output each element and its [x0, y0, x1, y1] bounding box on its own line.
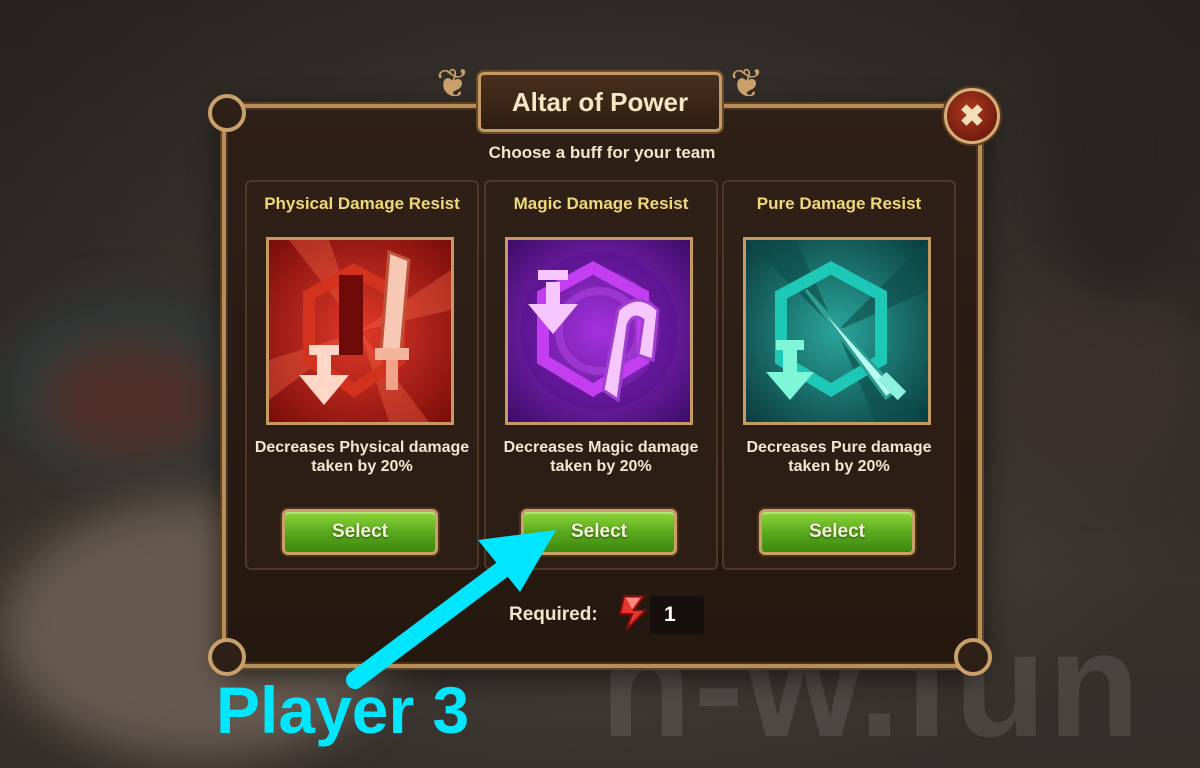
- card-description: Decreases Pure damage taken by 20%: [730, 438, 948, 476]
- select-button-magic[interactable]: Select: [521, 509, 677, 555]
- background-blur: [1040, 0, 1200, 300]
- physical-resist-sword-icon: [266, 237, 454, 425]
- dialog-subtitle: Choose a buff for your team: [488, 143, 716, 162]
- required-amount: 1: [650, 596, 704, 634]
- select-button-physical[interactable]: Select: [282, 509, 438, 555]
- red-lightning-token-icon: [618, 595, 649, 631]
- card-description: Decreases Physical damage taken by 20%: [253, 438, 471, 476]
- card-description-line: Decreases Magic damage: [503, 439, 699, 456]
- panel-corner-ornament: [208, 638, 246, 676]
- wing-ornament-right: ❦: [730, 62, 764, 106]
- panel-corner-ornament: [954, 638, 992, 676]
- select-button-pure[interactable]: Select: [759, 509, 915, 555]
- close-x-icon: ✖: [959, 99, 985, 133]
- card-description-line: taken by 20%: [311, 458, 413, 475]
- card-title: Magic Damage Resist: [513, 194, 689, 213]
- dialog-title: Altar of Power: [478, 72, 722, 132]
- annotation-label: Player 3: [216, 673, 470, 747]
- card-description-line: taken by 20%: [788, 458, 890, 475]
- background-blur: [990, 280, 1200, 480]
- required-label: Required:: [509, 604, 598, 625]
- card-description-line: Decreases Pure damage: [746, 439, 932, 456]
- buff-card-pure: Pure Damage Resist Decreases Pure damage…: [722, 180, 956, 570]
- buff-card-physical: Physical Damage Resist Decreases Physica…: [245, 180, 479, 570]
- pure-resist-dagger-icon: [743, 237, 931, 425]
- buff-card-magic: Magic Damage Resist Decreases Magic dama…: [484, 180, 718, 570]
- card-description-line: taken by 20%: [550, 458, 652, 475]
- magic-resist-staff-icon: [505, 237, 693, 425]
- panel-corner-ornament: [208, 94, 246, 132]
- close-button[interactable]: ✖: [944, 88, 1000, 144]
- card-description: Decreases Magic damage taken by 20%: [492, 438, 710, 476]
- background-blur: [40, 340, 220, 460]
- card-description-line: Decreases Physical damage: [254, 439, 470, 456]
- card-title: Physical Damage Resist: [264, 194, 460, 213]
- card-title: Pure Damage Resist: [756, 194, 922, 213]
